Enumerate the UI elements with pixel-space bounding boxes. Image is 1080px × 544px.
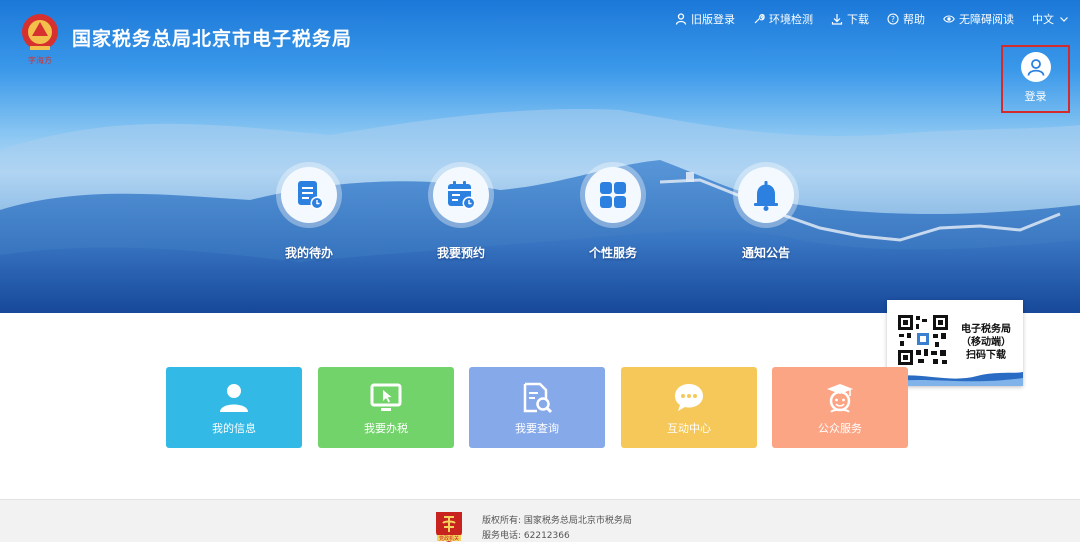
- my-todo-label: 我的待办: [284, 246, 333, 260]
- tile-my-info-label: 我的信息: [212, 422, 256, 435]
- hero-banner: 字海方 国家税务总局北京市电子税务局 旧版登录 环境检测 下载 ? 帮助 无障碍…: [0, 0, 1080, 313]
- qr-code-icon: [897, 314, 949, 366]
- footer: 党政机关 版权所有: 国家税务总局北京市税务局 服务电话: 62212366: [0, 499, 1080, 542]
- person-icon: [675, 13, 687, 25]
- notice-button[interactable]: 通知公告: [716, 162, 816, 261]
- language-label: 中文: [1032, 13, 1054, 26]
- graduate-icon: [827, 384, 853, 413]
- monitor-cursor-icon: [370, 383, 402, 411]
- my-todo-button[interactable]: 我的待办: [259, 162, 359, 261]
- document-search-icon: [523, 382, 553, 414]
- help-icon: ?: [887, 13, 899, 25]
- tile-tax-filing-label: 我要办税: [364, 422, 408, 435]
- tile-tax-filing[interactable]: 我要办税: [318, 367, 454, 448]
- document-clock-icon: [298, 181, 324, 210]
- accessible-reading-label: 无障碍阅读: [959, 13, 1014, 26]
- user-outline-icon: [1027, 59, 1045, 76]
- qr-caption: 电子税务局 （移动端） 扫码下载: [953, 323, 1019, 362]
- wrench-icon: [754, 14, 765, 24]
- site-title: 国家税务总局北京市电子税务局: [72, 28, 353, 50]
- qr-caption-line1: 电子税务局: [961, 324, 1011, 335]
- env-check-link[interactable]: 环境检测: [753, 11, 813, 27]
- language-selector[interactable]: 中文: [1032, 11, 1070, 27]
- tile-my-info[interactable]: 我的信息: [166, 367, 302, 448]
- login-label: 登录: [1024, 90, 1047, 103]
- eye-icon: [943, 15, 955, 23]
- tile-query-label: 我要查询: [515, 422, 559, 435]
- qr-caption-line2: （移动端）: [961, 337, 1011, 348]
- env-check-label: 环境检测: [769, 13, 813, 26]
- svg-text:?: ?: [891, 15, 895, 24]
- tile-interaction-label: 互动中心: [667, 422, 711, 435]
- emblem-caption: 字海方: [28, 55, 52, 65]
- user-icon: [220, 384, 248, 412]
- national-emblem-icon: 字海方: [22, 14, 58, 65]
- footer-copyright: 版权所有: 国家税务总局北京市税务局: [482, 516, 632, 526]
- personal-service-button[interactable]: 个性服务: [563, 162, 663, 261]
- download-label: 下载: [847, 13, 869, 26]
- footer-phone: 服务电话: 62212366: [482, 531, 570, 541]
- accessible-reading-link[interactable]: 无障碍阅读: [943, 11, 1014, 27]
- login-button[interactable]: 登录: [1001, 45, 1070, 113]
- chevron-down-icon: [1060, 17, 1068, 22]
- old-login-link[interactable]: 旧版登录: [675, 11, 735, 27]
- bell-icon: [754, 181, 778, 211]
- tile-interaction[interactable]: 互动中心: [621, 367, 757, 448]
- notice-label: 通知公告: [741, 246, 790, 260]
- tile-public-service[interactable]: 公众服务: [772, 367, 908, 448]
- help-label: 帮助: [903, 13, 925, 26]
- qr-caption-line3: 扫码下载: [966, 350, 1006, 361]
- top-navigation: 旧版登录 环境检测 下载 ? 帮助 无障碍阅读 中文: [675, 11, 1070, 27]
- help-link[interactable]: ? 帮助: [887, 11, 925, 27]
- party-government-logo-icon: 党政机关: [436, 512, 462, 542]
- tile-public-service-label: 公众服务: [818, 422, 862, 435]
- tile-query[interactable]: 我要查询: [469, 367, 605, 448]
- login-avatar: [1021, 52, 1051, 82]
- personal-service-label: 个性服务: [588, 246, 637, 260]
- old-login-label: 旧版登录: [691, 13, 735, 26]
- download-icon: [831, 14, 843, 25]
- chat-icon: [675, 384, 703, 411]
- download-link[interactable]: 下载: [831, 11, 869, 27]
- grid-icon: [600, 182, 626, 208]
- footer-info: 版权所有: 国家税务总局北京市税务局 服务电话: 62212366: [482, 514, 632, 544]
- calendar-clock-icon: [448, 181, 476, 210]
- appointment-label: 我要预约: [436, 246, 485, 260]
- appointment-button[interactable]: 我要预约: [411, 162, 511, 261]
